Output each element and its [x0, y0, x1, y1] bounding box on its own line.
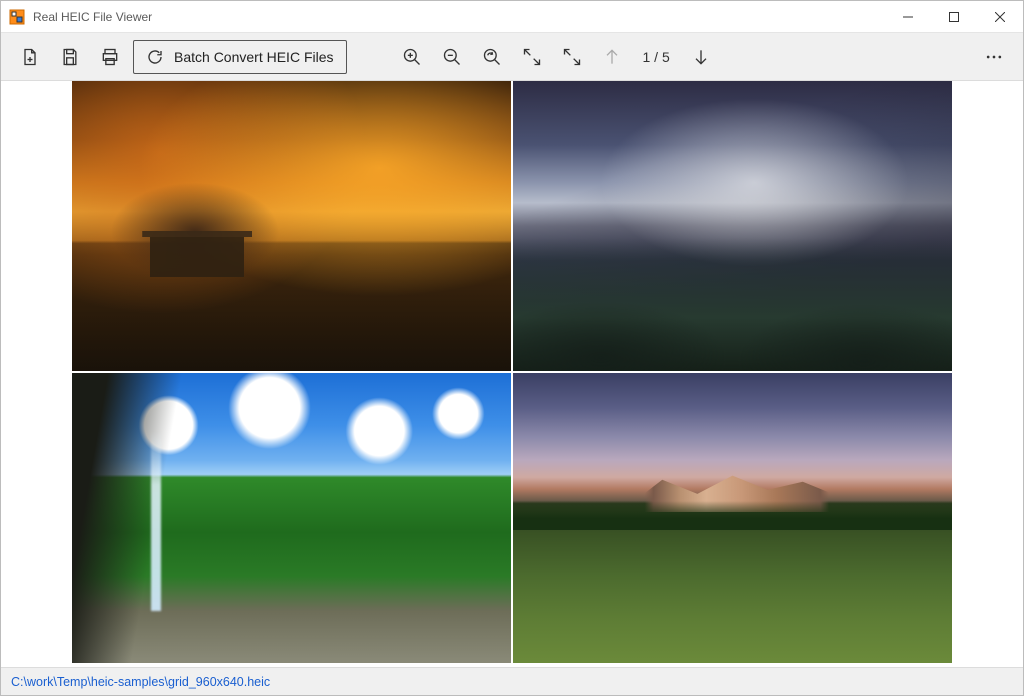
- image-grid: [72, 81, 952, 663]
- new-file-button[interactable]: [13, 40, 47, 74]
- zoom-out-button[interactable]: [435, 40, 469, 74]
- previous-page-button[interactable]: [595, 40, 629, 74]
- new-file-icon: [20, 47, 40, 67]
- save-icon: [60, 47, 80, 67]
- refresh-icon: [146, 48, 164, 66]
- minimize-button[interactable]: [885, 1, 931, 33]
- print-icon: [100, 47, 120, 67]
- toolbar: Batch Convert HEIC Files: [1, 33, 1023, 81]
- image-viewer[interactable]: [1, 81, 1023, 667]
- arrow-down-icon: [691, 47, 711, 67]
- arrow-up-icon: [602, 47, 622, 67]
- more-menu-button[interactable]: [977, 40, 1011, 74]
- thumbnail-1: [72, 81, 511, 371]
- zoom-out-icon: [442, 47, 462, 67]
- app-icon: [9, 9, 25, 25]
- next-page-button[interactable]: [684, 40, 718, 74]
- fit-screen-icon: [522, 47, 542, 67]
- batch-convert-label: Batch Convert HEIC Files: [174, 49, 334, 65]
- app-window: Real HEIC File Viewer: [0, 0, 1024, 696]
- file-path: C:\work\Temp\heic-samples\grid_960x640.h…: [11, 675, 270, 689]
- window-title: Real HEIC File Viewer: [33, 10, 152, 24]
- rotate-icon: [482, 47, 502, 67]
- titlebar: Real HEIC File Viewer: [1, 1, 1023, 33]
- zoom-in-icon: [402, 47, 422, 67]
- zoom-in-button[interactable]: [395, 40, 429, 74]
- thumbnail-3: [72, 373, 511, 663]
- fit-screen-button[interactable]: [515, 40, 549, 74]
- actual-size-button[interactable]: [555, 40, 589, 74]
- batch-convert-button[interactable]: Batch Convert HEIC Files: [133, 40, 347, 74]
- thumbnail-4: [513, 373, 952, 663]
- more-icon: [984, 47, 1004, 67]
- close-button[interactable]: [977, 1, 1023, 33]
- page-counter: 1 / 5: [635, 49, 678, 65]
- thumbnail-2: [513, 81, 952, 371]
- rotate-button[interactable]: [475, 40, 509, 74]
- actual-size-icon: [562, 47, 582, 67]
- print-button[interactable]: [93, 40, 127, 74]
- statusbar: C:\work\Temp\heic-samples\grid_960x640.h…: [1, 667, 1023, 695]
- maximize-button[interactable]: [931, 1, 977, 33]
- save-button[interactable]: [53, 40, 87, 74]
